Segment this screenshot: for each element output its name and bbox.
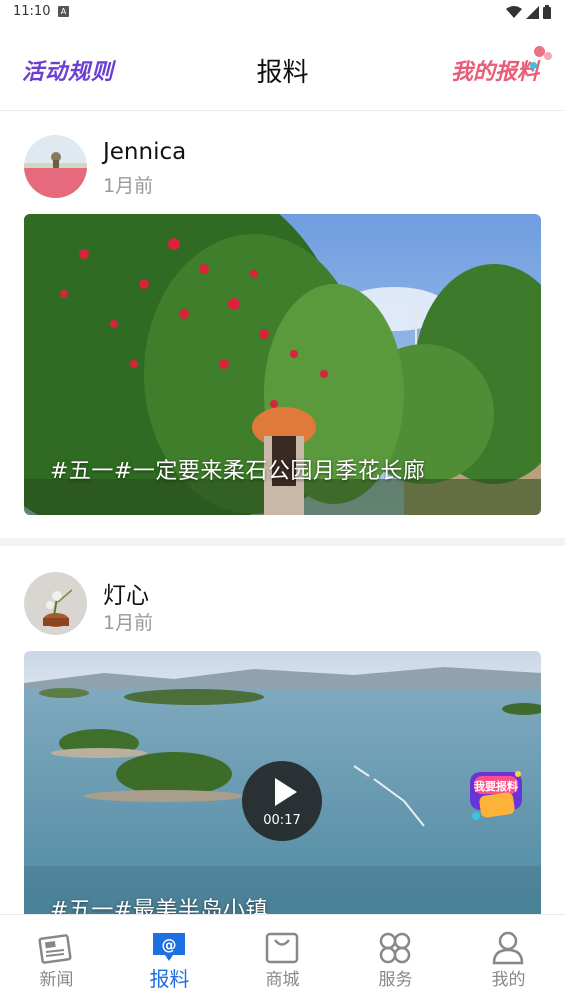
post-card[interactable]: Jennica 1月前 #五一#一定要来柔石公园月季花长廊 [0, 111, 565, 546]
post-time: 1月前 [103, 612, 154, 634]
status-indicators [506, 5, 551, 19]
decor-dot [544, 52, 552, 60]
my-reports-button[interactable]: 我的报料 [451, 54, 539, 86]
post-card[interactable]: 灯心 1月前 00:17 #五一#最美半岛小镇 [0, 546, 565, 923]
news-icon [38, 934, 72, 964]
tab-label: 我的 [491, 970, 526, 990]
status-time: 11:10 [13, 4, 51, 19]
post-username[interactable]: Jennica [103, 139, 186, 165]
tab-label: 报料 [149, 967, 190, 991]
tab-shop[interactable]: 商城 [226, 915, 339, 1005]
play-icon [275, 778, 297, 806]
post-time: 1月前 [103, 175, 154, 197]
battery-icon [543, 5, 551, 19]
notification-icon: A [58, 6, 69, 17]
tab-mine[interactable]: 我的 [452, 915, 565, 1005]
tab-services[interactable]: 服务 [339, 915, 452, 1005]
post-caption: #五一#一定要来柔石公园月季花长廊 [50, 459, 426, 484]
post-video[interactable]: 00:17 [24, 651, 541, 916]
post-username[interactable]: 灯心 [103, 576, 149, 610]
submit-report-badge[interactable]: 我要报料 [466, 766, 526, 828]
avatar[interactable] [24, 572, 87, 635]
report-icon: @ [153, 933, 185, 961]
signal-icon [526, 5, 539, 19]
svg-text:@: @ [162, 936, 177, 954]
decor-dot [530, 62, 537, 69]
post-separator [0, 538, 565, 546]
status-bar: 11:10 A [0, 0, 565, 26]
wifi-icon [506, 5, 522, 18]
play-button[interactable]: 00:17 [242, 761, 322, 841]
tab-news[interactable]: 新闻 [0, 915, 113, 1005]
submit-report-label: 我要报料 [474, 780, 518, 793]
avatar[interactable] [24, 135, 87, 198]
tab-label: 服务 [378, 970, 413, 990]
services-grid-icon [379, 932, 411, 964]
video-duration: 00:17 [263, 813, 301, 828]
tab-label: 商城 [265, 970, 300, 990]
tab-label: 新闻 [39, 970, 74, 990]
top-header: 活动规则 报料 我的报料 [0, 26, 565, 111]
shop-bag-icon [265, 932, 299, 964]
bottom-tab-bar: 新闻 @ 报料 商城 服务 我的 [0, 914, 565, 1004]
tab-report[interactable]: @ 报料 [113, 915, 226, 1005]
user-icon [492, 931, 524, 965]
